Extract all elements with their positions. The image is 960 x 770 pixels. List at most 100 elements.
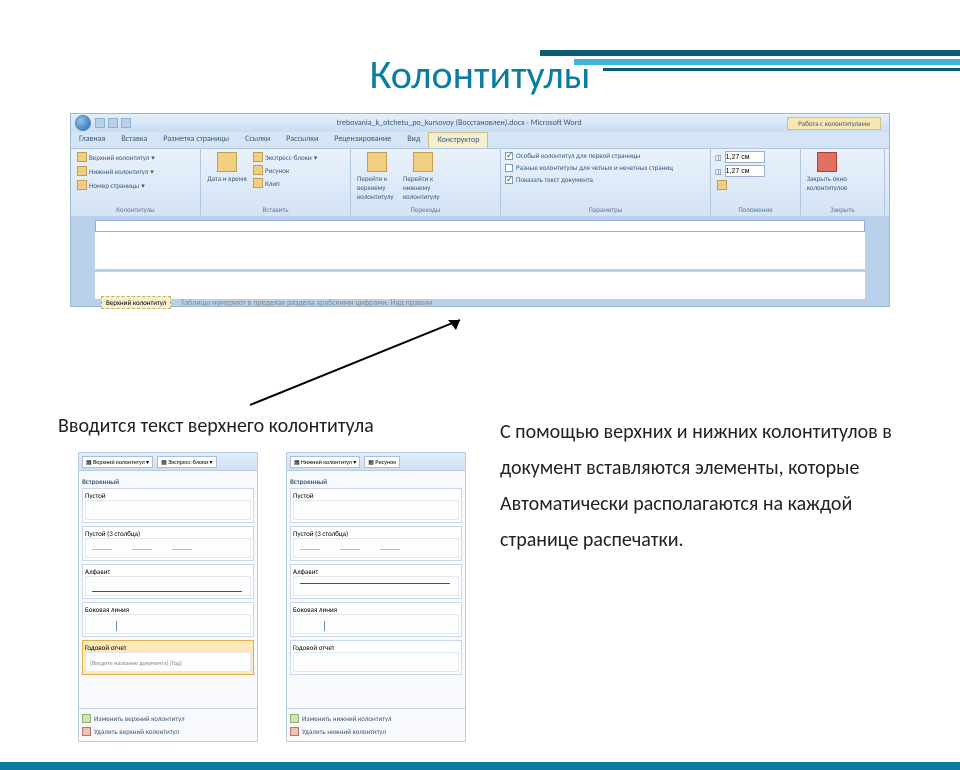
down-arrow-icon [413,152,433,172]
footer-from-bottom[interactable]: ◫ [715,165,796,177]
insert-alignment-tab[interactable] [715,179,796,191]
page-number-icon [77,180,87,190]
group-label: Положение [715,203,796,214]
header-body-text: Таблицы нумеруют в пределах раздела араб… [181,298,433,308]
group-label: Закрыть [805,203,880,214]
caption-left: Вводится текст верхнего колонтитула [58,414,374,438]
gallery-item-blank[interactable]: Пустой [290,488,462,523]
gallery-screenshots: ▦ Верхний колонтитул ▾ ▦ Экспресс-блоки … [78,452,466,742]
document-area: Верхний колонтитул Таблицы нумеруют в пр… [71,216,889,306]
tab-home[interactable]: Главная [71,132,113,148]
edit-footer-action[interactable]: Изменить нижний колонтитул [290,712,462,725]
quick-access-toolbar[interactable] [95,118,131,128]
gallery-item-annual[interactable]: Годовой отчет [290,640,462,675]
picture-button[interactable]: Рисунок [251,164,319,176]
tab-mailings[interactable]: Рассылки [278,132,326,148]
edit-header-action[interactable]: Изменить верхний колонтитул [82,712,254,725]
gallery-item-blank3[interactable]: Пустой (3 столбца) [290,526,462,561]
office-button-icon[interactable] [75,115,91,131]
clipart-icon [253,178,263,188]
picture-dropdown-button[interactable]: ▦ Рисунок [364,456,400,468]
gallery-item-alphabet[interactable]: Алфавит [82,564,254,599]
word-screenshot: trebovania_k_otchetu_po_kursovoy (Восста… [70,113,890,307]
remove-icon [82,727,91,736]
gallery-item-blank3[interactable]: Пустой (3 столбца) [82,526,254,561]
goto-header-button[interactable]: Перейти к верхнему колонтитулу [355,151,399,203]
header-icon [77,152,87,162]
calendar-icon [217,152,237,172]
tab-design[interactable]: Конструктор [428,132,488,148]
save-icon[interactable] [95,118,105,128]
undo-icon[interactable] [108,118,118,128]
page-header-edit[interactable]: Верхний колонтитул Таблицы нумеруют в пр… [95,272,865,302]
header-from-top[interactable]: ◫ [715,151,796,163]
header-button[interactable]: Верхний колонтитул ▾ [75,151,196,163]
opt-show-doc-text[interactable]: Показать текст документа [505,175,706,184]
gallery-category: Встроенный [290,477,462,486]
ribbon-group-close: Закрыть окно колонтитулов Закрыть [801,149,885,216]
ribbon-group-navigation: Перейти к верхнему колонтитулу Перейти к… [351,149,501,216]
gallery-toolbar: ▦ Верхний колонтитул ▾ ▦ Экспресс-блоки … [79,453,257,471]
blocks-icon [253,152,263,162]
group-label: Параметры [505,203,706,214]
clipart-button[interactable]: Клип [251,177,319,189]
group-label: Колонтитулы [75,203,196,214]
tab-icon [717,180,727,190]
gallery-item-sideline[interactable]: Боковая линия [82,602,254,637]
ribbon: Верхний колонтитул ▾ Нижний колонтитул ▾… [71,148,889,216]
gallery-item-annual[interactable]: Годовой отчет [Введите название документ… [82,640,254,675]
edit-icon [290,714,299,723]
decorative-stripes [540,50,960,86]
tab-review[interactable]: Рецензирование [326,132,399,148]
remove-footer-action[interactable]: Удалить нижний колонтитул [290,725,462,738]
header-gallery: ▦ Верхний колонтитул ▾ ▦ Экспресс-блоки … [78,452,258,742]
close-icon [817,152,837,172]
contextual-tab-label: Работа с колонтитулами [787,117,881,130]
group-label: Вставить [205,203,346,214]
group-label: Переходы [355,203,496,214]
ribbon-group-position: ◫ ◫ Положение [711,149,801,216]
ribbon-group-headers-footers: Верхний колонтитул ▾ Нижний колонтитул ▾… [71,149,201,216]
datetime-button[interactable]: Дата и время [205,151,249,203]
gallery-item-blank[interactable]: Пустой [82,488,254,523]
tab-insert[interactable]: Вставка [113,132,155,148]
redo-icon[interactable] [121,118,131,128]
picture-icon [253,165,263,175]
tab-references[interactable]: Ссылки [237,132,278,148]
goto-footer-button[interactable]: Перейти к нижнему колонтитулу [401,151,445,203]
ribbon-group-options: Особый колонтитул для первой страницы Ра… [501,149,711,216]
page-header-area[interactable] [95,232,865,272]
remove-header-action[interactable]: Удалить верхний колонтитул [82,725,254,738]
remove-icon [290,727,299,736]
footer-icon [77,166,87,176]
ribbon-group-insert: Дата и время Экспресс-блоки ▾ Рисунок Кл… [201,149,351,216]
gallery-item-alphabet[interactable]: Алфавит [290,564,462,599]
header-dropdown-button[interactable]: ▦ Верхний колонтитул ▾ [82,456,153,468]
close-header-footer-button[interactable]: Закрыть окно колонтитулов [805,151,849,203]
tab-layout[interactable]: Разметка страницы [155,132,237,148]
footer-gallery: ▦ Нижний колонтитул ▾ ▦ Рисунок Встроенн… [286,452,466,742]
opt-first-page[interactable]: Особый колонтитул для первой страницы [505,151,706,160]
quickparts-button[interactable]: Экспресс-блоки ▾ [251,151,319,163]
footer-dropdown-button[interactable]: ▦ Нижний колонтитул ▾ [290,456,360,468]
footer-button[interactable]: Нижний колонтитул ▾ [75,165,196,177]
horizontal-ruler[interactable] [95,220,865,232]
gallery-footer: Изменить верхний колонтитул Удалить верх… [79,708,257,741]
up-arrow-icon [367,152,387,172]
gallery-toolbar: ▦ Нижний колонтитул ▾ ▦ Рисунок [287,453,465,471]
window-title: trebovania_k_otchetu_po_kursovoy (Восста… [131,118,787,128]
annotation-arrow [220,310,520,410]
slide-bottom-bar [0,762,960,770]
gallery-item-sideline[interactable]: Боковая линия [290,602,462,637]
word-titlebar: trebovania_k_otchetu_po_kursovoy (Восста… [71,114,889,132]
opt-odd-even[interactable]: Разные колонтитулы для четных и нечетных… [505,163,706,172]
edit-icon [82,714,91,723]
ribbon-tabs: Главная Вставка Разметка страницы Ссылки… [71,132,889,148]
gallery-footer: Изменить нижний колонтитул Удалить нижни… [287,708,465,741]
quickparts-dropdown-button[interactable]: ▦ Экспресс-блоки ▾ [157,456,216,468]
header-tag: Верхний колонтитул [101,296,171,309]
body-text-right: С помощью верхних и нижних колонтитулов … [500,414,914,558]
gallery-category: Встроенный [82,477,254,486]
page-number-button[interactable]: Номер страницы ▾ [75,179,196,191]
tab-view[interactable]: Вид [399,132,428,148]
